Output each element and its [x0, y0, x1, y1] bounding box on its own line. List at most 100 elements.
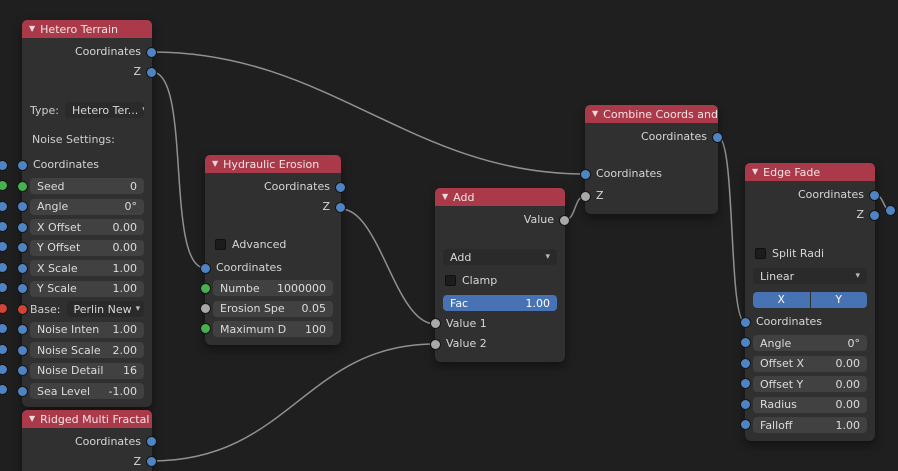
collapse-arrow-icon[interactable]: ▼ — [29, 20, 35, 38]
collapse-arrow-icon[interactable]: ▼ — [592, 105, 598, 123]
split-radius-checkbox-row[interactable]: Split Radi — [745, 245, 875, 261]
node-header[interactable]: ▼ Edge Fade — [745, 163, 875, 181]
node-add[interactable]: ▼ Add Value Add ▾ Clamp Fac 1.00 Value 1… — [435, 188, 565, 362]
falloff-type-dropdown[interactable]: Linear ▾ — [753, 268, 867, 284]
x-scale-input-socket[interactable] — [17, 263, 28, 274]
field-noise-scale[interactable]: Noise Scale 2.00 — [30, 342, 144, 358]
value-output-socket[interactable] — [559, 215, 570, 226]
node-ridged-multi-fractal[interactable]: ▼ Ridged Multi Fractal Coordinates Z — [22, 410, 152, 471]
coordinates-output-socket[interactable] — [146, 47, 157, 58]
field-offset-y[interactable]: Offset Y 0.00 — [753, 376, 867, 392]
operation-dropdown[interactable]: Add ▾ — [443, 249, 557, 265]
field-radius[interactable]: Radius 0.00 — [753, 397, 867, 413]
field-erosion-speed[interactable]: Erosion Spe 0.05 — [213, 301, 333, 317]
base-input-socket[interactable] — [17, 304, 28, 315]
value2-input-socket[interactable] — [430, 339, 441, 350]
coordinates-input-socket[interactable] — [740, 317, 751, 328]
y-scale-input-socket[interactable] — [17, 283, 28, 294]
z-output-socket[interactable] — [335, 202, 346, 213]
field-noise-intensity[interactable]: Noise Inten 1.00 — [30, 322, 144, 338]
field-falloff[interactable]: Falloff 1.00 — [753, 417, 867, 433]
field-value: 1.00 — [113, 323, 138, 336]
x-axis-button[interactable]: X — [753, 292, 810, 308]
seed-input-socket[interactable] — [17, 181, 28, 192]
erosion-speed-input-socket[interactable] — [200, 303, 211, 314]
collapse-arrow-icon[interactable]: ▼ — [212, 155, 218, 173]
field-x-scale[interactable]: X Scale 1.00 — [30, 260, 144, 276]
field-offset-x[interactable]: Offset X 0.00 — [753, 356, 867, 372]
coordinates-output-socket[interactable] — [335, 182, 346, 193]
field-number[interactable]: Numbe 1000000 — [213, 280, 333, 296]
collapse-arrow-icon[interactable]: ▼ — [29, 410, 35, 428]
offset-x-input-socket[interactable] — [740, 358, 751, 369]
y-axis-button[interactable]: Y — [811, 292, 868, 308]
collapse-arrow-icon[interactable]: ▼ — [752, 163, 758, 181]
fac-slider[interactable]: Fac 1.00 — [443, 295, 557, 311]
coordinates-output-socket[interactable] — [869, 190, 880, 201]
input-row-z: Z — [585, 186, 718, 206]
field-noise-detail[interactable]: Noise Detail 16 — [30, 363, 144, 379]
node-header[interactable]: ▼ Hydraulic Erosion — [205, 155, 341, 173]
field-sea-level[interactable]: Sea Level -1.00 — [30, 383, 144, 399]
node-hydraulic-erosion[interactable]: ▼ Hydraulic Erosion Coordinates Z Advanc… — [205, 155, 341, 345]
coordinates-output-socket[interactable] — [712, 132, 723, 143]
output-row-z: Z — [745, 205, 875, 225]
field-angle[interactable]: Angle 0° — [30, 199, 144, 215]
field-value: 2.00 — [113, 344, 138, 357]
noise-detail-input-socket[interactable] — [17, 365, 28, 376]
coordinates-output-socket[interactable] — [146, 436, 157, 447]
coordinates-input-socket[interactable] — [200, 263, 211, 274]
clamp-checkbox[interactable] — [445, 275, 456, 286]
field-maximum-depth[interactable]: Maximum D 100 — [213, 321, 333, 337]
coordinates-input-socket[interactable] — [580, 169, 591, 180]
advanced-checkbox-row[interactable]: Advanced — [205, 236, 341, 252]
node-hetero-terrain[interactable]: ▼ Hetero Terrain Coordinates Z Type: Het… — [22, 20, 152, 407]
wire-hydraulic-z-to-add-value1 — [341, 209, 435, 324]
node-header[interactable]: ▼ Add — [435, 188, 565, 206]
noise-intensity-input-socket[interactable] — [17, 324, 28, 335]
clamp-checkbox-row[interactable]: Clamp — [435, 272, 565, 288]
field-label: Offset Y — [760, 378, 803, 391]
number-input-socket[interactable] — [200, 283, 211, 294]
noise-scale-input-socket[interactable] — [17, 345, 28, 356]
node-title: Ridged Multi Fractal — [40, 413, 149, 426]
chevron-down-icon: ▾ — [142, 105, 144, 115]
field-value: 0.00 — [113, 241, 138, 254]
field-angle[interactable]: Angle 0° — [753, 335, 867, 351]
node-header[interactable]: ▼ Hetero Terrain — [22, 20, 152, 38]
offscreen-right-input-socket[interactable] — [885, 205, 896, 216]
base-dropdown[interactable]: Perlin New ▾ — [67, 301, 145, 317]
offset-y-input-socket[interactable] — [740, 378, 751, 389]
node-header[interactable]: ▼ Combine Coords and... — [585, 105, 718, 123]
field-y-offset[interactable]: Y Offset 0.00 — [30, 240, 144, 256]
field-x-offset[interactable]: X Offset 0.00 — [30, 219, 144, 235]
advanced-checkbox[interactable] — [215, 239, 226, 250]
type-dropdown[interactable]: Hetero Ter... ▾ — [65, 102, 144, 118]
x-offset-input-socket[interactable] — [17, 222, 28, 233]
input-row-coordinates: Coordinates — [205, 258, 341, 278]
z-input-socket[interactable] — [580, 191, 591, 202]
maximum-depth-input-socket[interactable] — [200, 323, 211, 334]
angle-input-socket[interactable] — [17, 201, 28, 212]
field-seed[interactable]: Seed 0 — [30, 178, 144, 194]
value1-input-socket[interactable] — [430, 318, 441, 329]
node-title: Add — [453, 191, 474, 204]
sea-level-input-socket[interactable] — [17, 386, 28, 397]
node-edge-fade[interactable]: ▼ Edge Fade Coordinates Z Split Radi Lin… — [745, 163, 875, 441]
y-offset-input-socket[interactable] — [17, 242, 28, 253]
z-output-socket[interactable] — [146, 67, 157, 78]
z-output-socket[interactable] — [146, 456, 157, 467]
coordinates-input-socket[interactable] — [17, 160, 28, 171]
node-editor-canvas[interactable]: ▼ Hetero Terrain Coordinates Z Type: Het… — [0, 0, 898, 471]
split-radius-checkbox[interactable] — [755, 248, 766, 259]
field-label: Sea Level — [37, 385, 90, 398]
field-y-scale[interactable]: Y Scale 1.00 — [30, 281, 144, 297]
radius-input-socket[interactable] — [740, 399, 751, 410]
field-value: 1.00 — [113, 282, 138, 295]
z-output-socket[interactable] — [869, 210, 880, 221]
node-combine-coords[interactable]: ▼ Combine Coords and... Coordinates Coor… — [585, 105, 718, 214]
falloff-input-socket[interactable] — [740, 419, 751, 430]
angle-input-socket[interactable] — [740, 337, 751, 348]
collapse-arrow-icon[interactable]: ▼ — [442, 188, 448, 206]
node-header[interactable]: ▼ Ridged Multi Fractal — [22, 410, 152, 428]
